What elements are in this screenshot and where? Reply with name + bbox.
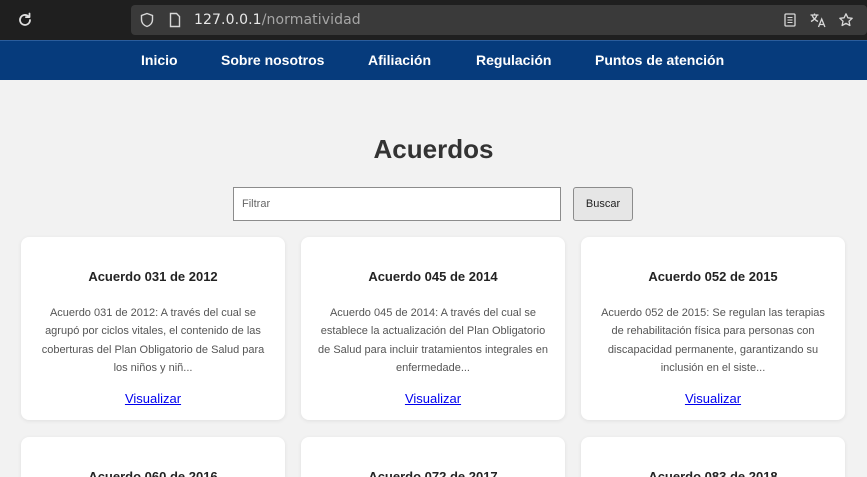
visualize-link[interactable]: Visualizar [21,391,285,406]
agreement-card: Acuerdo 052 de 2015 Acuerdo 052 de 2015:… [581,237,845,420]
agreement-card: Acuerdo 072 de 2017 [301,437,565,477]
url-text[interactable]: 127.0.0.1/normatividad [194,12,361,28]
page-info-icon[interactable] [167,12,183,28]
filter-input[interactable] [233,187,561,221]
url-path: /normatividad [261,12,361,28]
agreement-card: Acuerdo 083 de 2018 [581,437,845,477]
reload-icon[interactable] [14,9,36,31]
card-title: Acuerdo 060 de 2016 [88,469,218,477]
browser-toolbar: 127.0.0.1/normatividad [0,0,867,40]
visualize-link[interactable]: Visualizar [581,391,845,406]
shield-icon[interactable] [139,12,155,28]
agreement-card: Acuerdo 060 de 2016 [21,437,285,477]
card-title: Acuerdo 083 de 2018 [648,469,778,477]
translate-icon[interactable] [809,12,826,28]
card-description: Acuerdo 031 de 2012: A través del cual s… [41,307,265,374]
nav-item-regulacion[interactable]: Regulación [476,52,551,68]
main-navigation: Inicio Sobre nosotros Afiliación Regulac… [0,40,867,80]
nav-item-puntos-de-atencion[interactable]: Puntos de atención [595,52,724,68]
nav-item-sobre-nosotros[interactable]: Sobre nosotros [221,52,324,68]
agreement-card: Acuerdo 031 de 2012 Acuerdo 031 de 2012:… [21,237,285,420]
card-description: Acuerdo 045 de 2014: A través del cual s… [318,307,548,374]
agreement-card: Acuerdo 045 de 2014 Acuerdo 045 de 2014:… [301,237,565,420]
card-description: Acuerdo 052 de 2015: Se regulan las tera… [601,307,825,374]
url-host: 127.0.0.1 [194,12,262,28]
nav-item-afiliacion[interactable]: Afiliación [368,52,431,68]
card-title: Acuerdo 045 de 2014 [368,269,498,284]
bookmark-star-icon[interactable] [838,12,854,28]
visualize-link[interactable]: Visualizar [301,391,565,406]
address-bar[interactable]: 127.0.0.1/normatividad [131,5,867,35]
search-button[interactable]: Buscar [573,187,633,221]
page-title: Acuerdos [373,134,494,164]
card-title: Acuerdo 052 de 2015 [648,269,778,284]
nav-item-inicio[interactable]: Inicio [141,52,178,68]
reader-view-icon[interactable] [782,12,798,28]
card-title: Acuerdo 072 de 2017 [368,469,498,477]
card-title: Acuerdo 031 de 2012 [88,269,218,284]
